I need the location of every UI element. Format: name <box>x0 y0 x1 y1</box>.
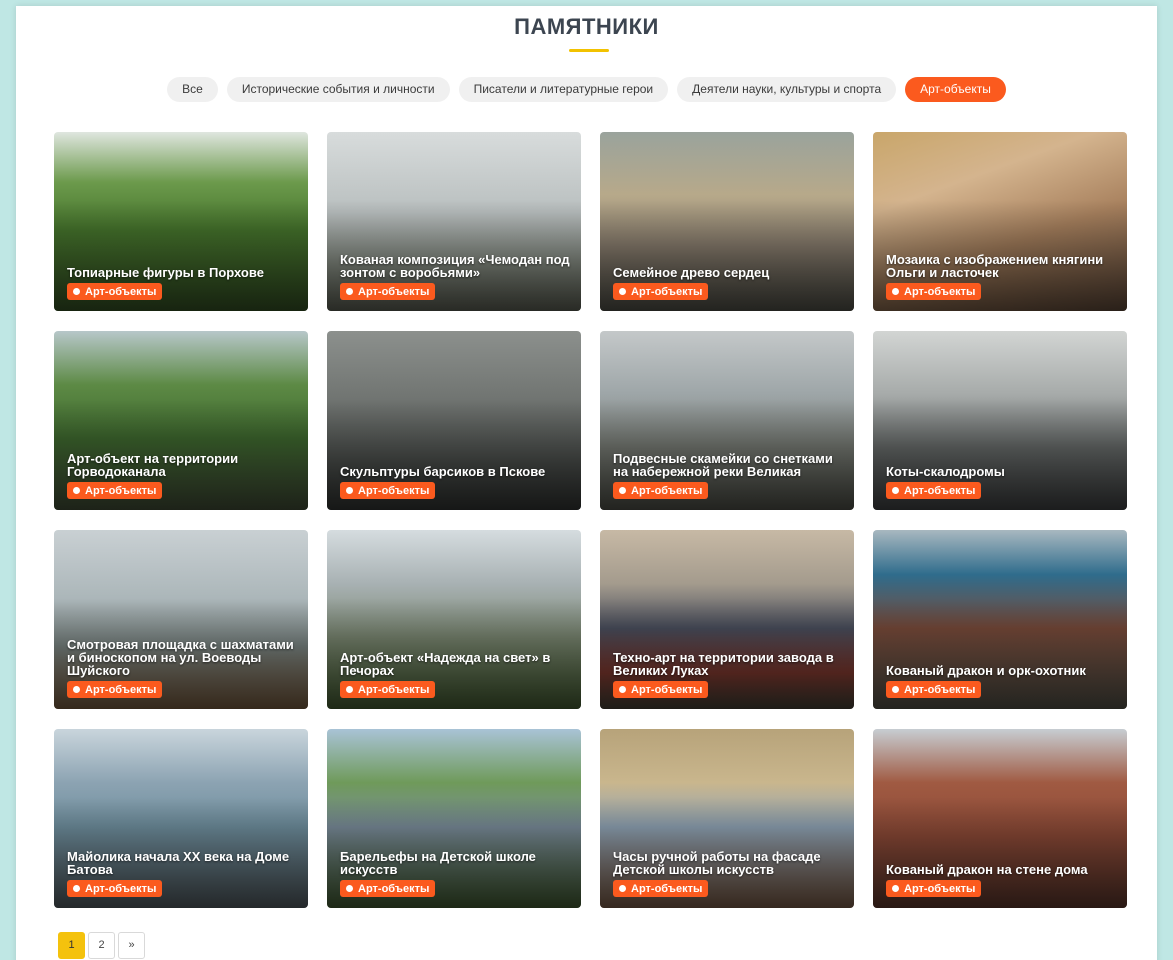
badge-label: Арт-объекты <box>631 484 703 497</box>
category-badge: Арт-объекты <box>613 880 709 897</box>
dot-icon <box>73 288 80 295</box>
filter-science-culture[interactable]: Деятели науки, культуры и спорта <box>677 77 897 102</box>
category-badge: Арт-объекты <box>67 482 163 499</box>
title-underline <box>569 49 609 52</box>
monument-card[interactable]: Коты-скалодромы Арт-объекты <box>873 331 1127 510</box>
card-title: Кованый дракон и орк-охотник <box>886 663 1086 678</box>
card-title: Арт-объект на территории Горводоканала <box>67 451 239 479</box>
badge-label: Арт-объекты <box>358 484 430 497</box>
card-title: Семейное древо сердец <box>613 265 770 280</box>
monument-card[interactable]: Мозаика с изображением княгини Ольги и л… <box>873 132 1127 311</box>
badge-label: Арт-объекты <box>85 683 157 696</box>
badge-label: Арт-объекты <box>358 683 430 696</box>
category-badge: Арт-объекты <box>613 283 709 300</box>
monument-card[interactable]: Топиарные фигуры в Порхове Арт-объекты <box>54 132 308 311</box>
card-title: Барельефы на Детской школе искусств <box>340 849 536 877</box>
filter-all[interactable]: Все <box>167 77 218 102</box>
badge-label: Арт-объекты <box>904 683 976 696</box>
page-1-button[interactable]: 1 <box>58 932 85 959</box>
card-title: Майолика начала XX века на Доме Батова <box>67 849 290 877</box>
category-badge: Арт-объекты <box>340 482 436 499</box>
dot-icon <box>73 487 80 494</box>
badge-label: Арт-объекты <box>358 285 430 298</box>
page-2-button[interactable]: 2 <box>88 932 115 959</box>
filter-historical[interactable]: Исторические события и личности <box>226 77 450 102</box>
card-title: Скульптуры барсиков в Пскове <box>340 464 546 479</box>
category-badge: Арт-объекты <box>886 482 982 499</box>
monument-card[interactable]: Арт-объект «Надежда на свет» в Печорах А… <box>327 530 581 709</box>
dot-icon <box>346 686 353 693</box>
card-title: Мозаика с изображением княгини Ольги и л… <box>886 252 1104 280</box>
monument-card[interactable]: Техно-арт на территории завода в Великих… <box>600 530 854 709</box>
badge-label: Арт-объекты <box>904 484 976 497</box>
dot-icon <box>619 885 626 892</box>
card-title: Топиарные фигуры в Порхове <box>67 265 264 280</box>
monument-card[interactable]: Скульптуры барсиков в Пскове Арт-объекты <box>327 331 581 510</box>
category-badge: Арт-объекты <box>340 681 436 698</box>
dot-icon <box>73 686 80 693</box>
badge-label: Арт-объекты <box>358 882 430 895</box>
dot-icon <box>73 885 80 892</box>
card-title: Техно-арт на территории завода в Великих… <box>613 650 834 678</box>
dot-icon <box>892 686 899 693</box>
category-badge: Арт-объекты <box>886 681 982 698</box>
badge-label: Арт-объекты <box>85 484 157 497</box>
badge-label: Арт-объекты <box>904 285 976 298</box>
dot-icon <box>346 487 353 494</box>
monument-card[interactable]: Барельефы на Детской школе искусств Арт-… <box>327 729 581 908</box>
card-title: Кованая композиция «Чемодан под зонтом с… <box>340 252 570 280</box>
category-badge: Арт-объекты <box>67 681 163 698</box>
category-badge: Арт-объекты <box>613 482 709 499</box>
dot-icon <box>346 288 353 295</box>
filter-art-objects[interactable]: Арт-объекты <box>905 77 1006 102</box>
monuments-grid: Топиарные фигуры в Порхове Арт-объекты К… <box>54 132 1127 908</box>
section-title: ПАМЯТНИКИ <box>514 14 659 39</box>
dot-icon <box>619 686 626 693</box>
badge-label: Арт-объекты <box>631 882 703 895</box>
badge-label: Арт-объекты <box>904 882 976 895</box>
category-badge: Арт-объекты <box>67 880 163 897</box>
dot-icon <box>619 487 626 494</box>
badge-label: Арт-объекты <box>85 882 157 895</box>
category-badge: Арт-объекты <box>886 283 982 300</box>
card-title: Арт-объект «Надежда на свет» в Печорах <box>340 650 551 678</box>
category-badge: Арт-объекты <box>886 880 982 897</box>
next-page-button[interactable]: » <box>118 932 145 959</box>
card-title: Коты-скалодромы <box>886 464 1005 479</box>
dot-icon <box>892 885 899 892</box>
monument-card[interactable]: Кованая композиция «Чемодан под зонтом с… <box>327 132 581 311</box>
dot-icon <box>619 288 626 295</box>
badge-label: Арт-объекты <box>631 683 703 696</box>
card-title: Часы ручной работы на фасаде Детской шко… <box>613 849 821 877</box>
dot-icon <box>892 288 899 295</box>
badge-label: Арт-объекты <box>85 285 157 298</box>
dot-icon <box>892 487 899 494</box>
category-badge: Арт-объекты <box>67 283 163 300</box>
badge-label: Арт-объекты <box>631 285 703 298</box>
monument-card[interactable]: Кованый дракон и орк-охотник Арт-объекты <box>873 530 1127 709</box>
monument-card[interactable]: Майолика начала XX века на Доме Батова А… <box>54 729 308 908</box>
dot-icon <box>346 885 353 892</box>
pagination: 1 2 » <box>58 932 145 959</box>
filter-writers[interactable]: Писатели и литературные герои <box>458 77 669 102</box>
monument-card[interactable]: Арт-объект на территории Горводоканала А… <box>54 331 308 510</box>
monument-card[interactable]: Часы ручной работы на фасаде Детской шко… <box>600 729 854 908</box>
category-filters: Все Исторические события и личности Писа… <box>16 77 1157 102</box>
card-title: Кованый дракон на стене дома <box>886 862 1088 877</box>
monument-card[interactable]: Кованый дракон на стене дома Арт-объекты <box>873 729 1127 908</box>
category-badge: Арт-объекты <box>340 880 436 897</box>
monument-card[interactable]: Смотровая площадка с шахматами и биноско… <box>54 530 308 709</box>
monument-card[interactable]: Подвесные скамейки со снетками на набере… <box>600 331 854 510</box>
content-panel: ПАМЯТНИКИ Все Исторические события и лич… <box>16 6 1157 960</box>
category-badge: Арт-объекты <box>340 283 436 300</box>
category-badge: Арт-объекты <box>613 681 709 698</box>
card-title: Подвесные скамейки со снетками на набере… <box>613 451 833 479</box>
monument-card[interactable]: Семейное древо сердец Арт-объекты <box>600 132 854 311</box>
card-title: Смотровая площадка с шахматами и биноско… <box>67 637 294 678</box>
